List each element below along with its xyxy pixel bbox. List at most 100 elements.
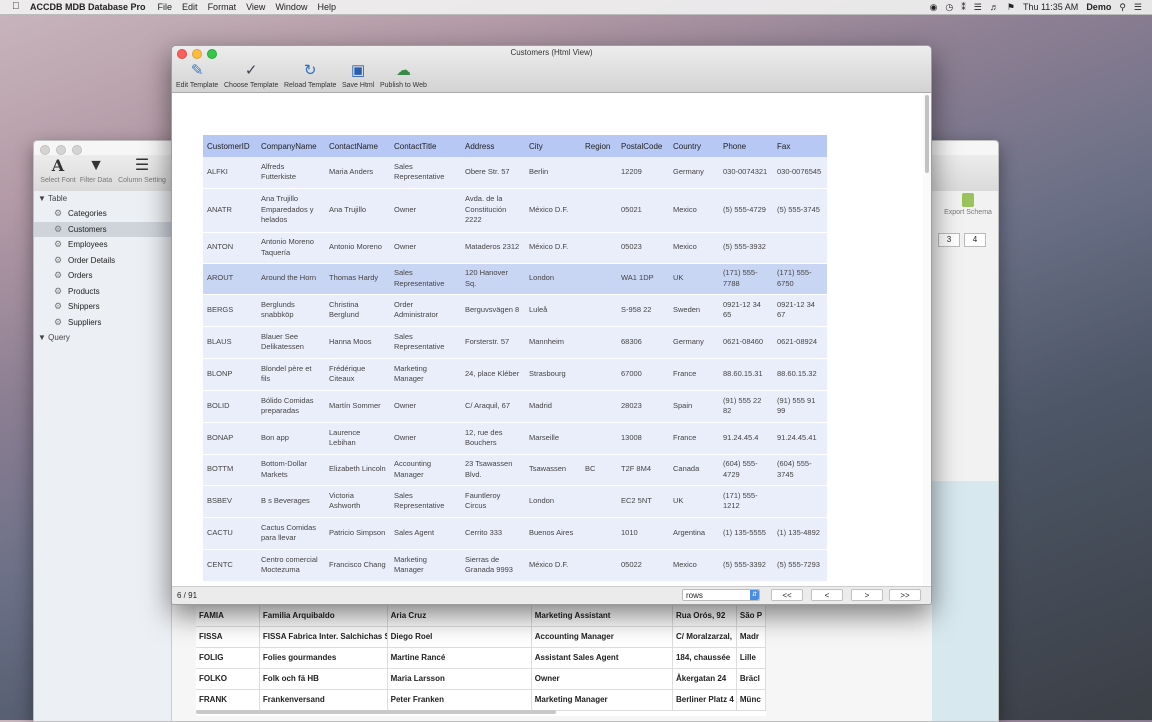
sidebar-item-employees[interactable]: ⚙ Employees [34, 237, 171, 253]
table-cell: (91) 555 22 82 [719, 390, 773, 423]
menu-format[interactable]: Format [208, 2, 237, 12]
record-status-icon[interactable]: ◉ [930, 2, 938, 13]
bluetooth-icon[interactable]: ⁑ [961, 2, 966, 13]
bg-zoom-button[interactable] [72, 145, 82, 155]
time-machine-icon[interactable]: ◷ [945, 2, 953, 13]
rows-select[interactable]: rows ⇵ [682, 589, 760, 601]
next-page-button[interactable]: > [851, 589, 883, 601]
user-name[interactable]: Demo [1086, 2, 1111, 12]
table-row[interactable]: BONAP Bon app Laurence Lebihan Owner 12, rue… [203, 422, 827, 455]
column-setting-button[interactable]: ☰ Column Setting [112, 157, 172, 184]
reload-template-icon: ↻ [303, 62, 317, 79]
table-row[interactable]: ALFKI Alfreds Futterkiste Maria Anders Sale… [203, 157, 827, 189]
table-cell [581, 358, 617, 391]
table-cell: Obere Str. 57 [461, 157, 525, 189]
menu-view[interactable]: View [246, 2, 265, 12]
table-cell: 0921-12 34 67 [773, 294, 827, 327]
table-cell: BSBEV [203, 485, 257, 518]
table-cell [581, 390, 617, 423]
table-cell: Mataderos 2312 [461, 232, 525, 264]
grid-row[interactable]: FISSA FISSA Fabrica Inter. Salchichas S Di… [196, 627, 767, 648]
gear-icon: ⚙ [54, 270, 63, 280]
sidebar-item-suppliers[interactable]: ⚙ Suppliers [34, 315, 171, 331]
wifi-icon[interactable]: ☰ [974, 2, 982, 13]
table-cell: Cerrito 333 [461, 517, 525, 550]
sidebar-item-customers[interactable]: ⚙ Customers [34, 221, 171, 237]
table-row[interactable]: CACTU Cactus Comidas para llevar Patricio … [203, 517, 827, 550]
table-cell: BLAUS [203, 326, 257, 359]
table-cell: B s Beverages [257, 485, 325, 518]
table-cell: BONAP [203, 422, 257, 455]
notification-center-icon[interactable]: ☰ [1134, 2, 1142, 13]
vertical-scrollbar[interactable] [923, 93, 931, 586]
menu-file[interactable]: File [158, 2, 173, 12]
column-header: Country [669, 135, 719, 157]
table-row[interactable]: AROUT Around the Horn Thomas Hardy Sales Re… [203, 263, 827, 295]
column-header: ContactTitle [390, 135, 461, 157]
save-html-button[interactable]: ▣ Save Html [342, 61, 374, 89]
table-group-header[interactable]: ▼ Table [34, 191, 171, 206]
clock[interactable]: Thu 11:35 AM [1023, 2, 1078, 12]
table-row[interactable]: BOTTM Bottom-Dollar Markets Elizabeth Linc… [203, 454, 827, 486]
grid-row[interactable]: FOLKO Folk och fä HB Maria Larsson Owner Åke… [196, 669, 767, 690]
table-row[interactable]: BLONP Blondel père et fils Frédérique Cite… [203, 358, 827, 391]
last-page-button[interactable]: >> [889, 589, 921, 601]
table-cell: México D.F. [525, 232, 581, 264]
table-cell: 68306 [617, 326, 669, 359]
menu-edit[interactable]: Edit [182, 2, 198, 12]
table-cell: Sales Representative [390, 157, 461, 189]
flag-icon[interactable]: ⚑ [1007, 2, 1015, 13]
grid-cell: FISSA [196, 627, 260, 647]
page-number-4[interactable]: 4 [964, 233, 986, 247]
app-menu[interactable]: ACCDB MDB Database Pro [30, 2, 146, 12]
spotlight-icon[interactable]: ⚲ [1119, 2, 1126, 13]
table-cell: Blondel père et fils [257, 358, 325, 391]
query-group-header[interactable]: ▼ Query [34, 330, 171, 345]
table-cell: Tsawassen [525, 454, 581, 486]
table-row[interactable]: BSBEV B s Beverages Victoria Ashworth Sales… [203, 485, 827, 518]
sidebar-item-products[interactable]: ⚙ Products [34, 284, 171, 300]
table-cell: Canada [669, 454, 719, 486]
menu-window[interactable]: Window [275, 2, 307, 12]
horizontal-scrollbar[interactable] [196, 710, 556, 714]
table-cell: Francisco Chang [325, 549, 390, 582]
grid-cell: FOLKO [196, 669, 260, 689]
scrollbar-thumb[interactable] [925, 95, 929, 173]
title-bar: Customers (Html View) ✎ Edit Template ✓ … [172, 46, 931, 93]
menu-help[interactable]: Help [317, 2, 336, 12]
sidebar-item-shippers[interactable]: ⚙ Shippers [34, 299, 171, 315]
table-cell: Maria Anders [325, 157, 390, 189]
table-cell: Antonio Moreno Taquería [257, 232, 325, 264]
table-row[interactable]: BERGS Berglunds snabbköp Christina Berglun… [203, 294, 827, 327]
table-row[interactable]: ANTON Antonio Moreno Taquería Antonio More… [203, 232, 827, 264]
first-page-button[interactable]: << [771, 589, 803, 601]
grid-row[interactable]: FOLIG Folies gourmandes Martine Rancé Assis… [196, 648, 767, 669]
prev-page-button[interactable]: < [811, 589, 843, 601]
sidebar-item-categories[interactable]: ⚙ Categories [34, 206, 171, 222]
edit-template-button[interactable]: ✎ Edit Template [176, 61, 218, 89]
bg-minimize-button[interactable] [56, 145, 66, 155]
apple-menu-icon[interactable]:  [12, 2, 22, 12]
volume-icon[interactable]: ♬ [990, 2, 999, 12]
grid-row[interactable]: FAMIA Familia Arquibaldo Aria Cruz Marketin… [196, 606, 767, 627]
table-cell: Mexico [669, 232, 719, 264]
publish-to-web-button[interactable]: ☁ Publish to Web [380, 61, 427, 89]
table-row[interactable]: BLAUS Blauer See Delikatessen Hanna Moos Sa… [203, 326, 827, 359]
bg-close-button[interactable] [40, 145, 50, 155]
table-row[interactable]: ANATR Ana Trujillo Emparedados y helados A… [203, 188, 827, 233]
reload-template-button[interactable]: ↻ Reload Template [284, 61, 336, 89]
sidebar-item-order-details[interactable]: ⚙ Order Details [34, 253, 171, 269]
export-schema-button[interactable]: Export Schema [938, 193, 998, 216]
table-cell [773, 232, 827, 264]
table-row[interactable]: CENTC Centro comercial Moctezuma Francisco… [203, 549, 827, 582]
grid-cell: FISSA Fabrica Inter. Salchichas S [260, 627, 388, 647]
sidebar-item-orders[interactable]: ⚙ Orders [34, 268, 171, 284]
table-cell: Germany [669, 157, 719, 189]
grid-row[interactable]: FRANK Frankenversand Peter Franken Marketin… [196, 690, 767, 711]
table-cell: France [669, 422, 719, 455]
page-number-3[interactable]: 3 [938, 233, 960, 247]
choose-template-button[interactable]: ✓ Choose Template [224, 61, 278, 89]
table-row[interactable]: BOLID Bólido Comidas preparadas Martín Som… [203, 390, 827, 423]
table-cell: (1) 135-5555 [719, 517, 773, 550]
table-cell: 120 Hanover Sq. [461, 263, 525, 295]
